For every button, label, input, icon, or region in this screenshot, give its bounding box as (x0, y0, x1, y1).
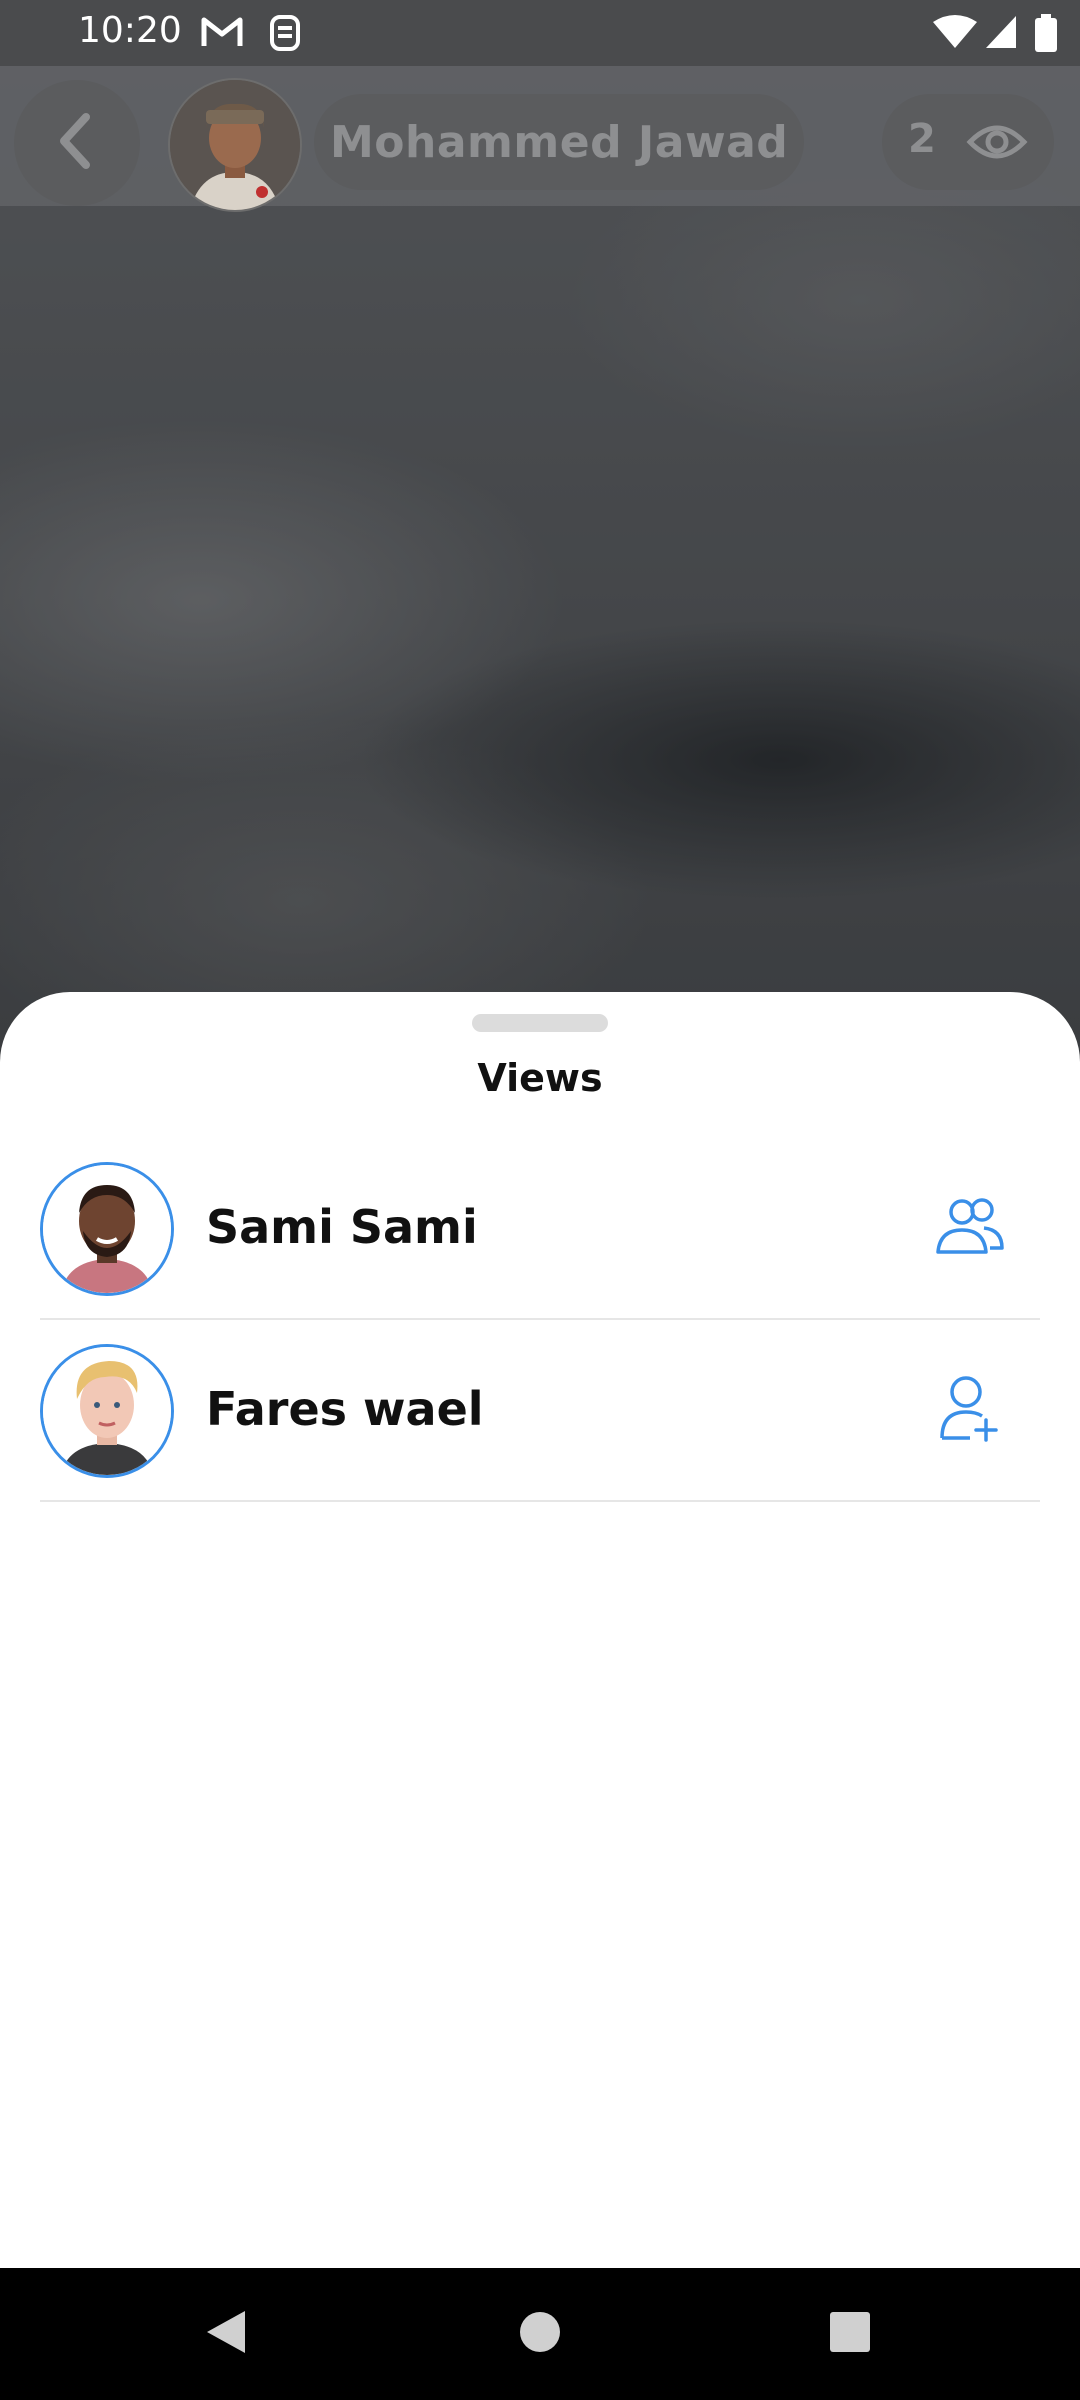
sheet-title: Views (477, 1056, 603, 1100)
nav-recents-icon (828, 2310, 872, 2358)
viewer-row[interactable]: Sami Sami (40, 1140, 1040, 1320)
nav-back-button[interactable] (196, 2304, 256, 2364)
nav-home-button[interactable] (510, 2304, 570, 2364)
poster-name-pill[interactable]: Mohammed Jawad (314, 94, 805, 190)
views-count: 2 (908, 116, 936, 162)
back-button[interactable] (14, 80, 140, 206)
friends-button[interactable] (920, 1178, 1020, 1278)
viewer-name: Fares wael (206, 1382, 484, 1436)
views-bottom-sheet: Views Sami Sami Fares wael (0, 992, 1080, 2268)
eye-icon (966, 118, 1028, 170)
wifi-icon (932, 14, 978, 54)
nav-home-icon (518, 2310, 562, 2358)
avatar[interactable] (40, 1344, 174, 1478)
viewer-name: Sami Sami (206, 1200, 478, 1254)
poster-name: Mohammed Jawad (330, 116, 789, 168)
avatar[interactable] (40, 1162, 174, 1296)
friends-icon (934, 1196, 1006, 1260)
nav-back-icon (203, 2307, 249, 2361)
poster-avatar[interactable] (168, 78, 302, 212)
viewer-row[interactable]: Fares wael (40, 1322, 1040, 1502)
sim-icon (268, 14, 302, 56)
add-friend-icon (938, 1374, 1002, 1446)
sheet-drag-handle[interactable] (472, 1014, 608, 1032)
nav-recents-button[interactable] (820, 2304, 880, 2364)
signal-icon (984, 14, 1018, 54)
gmail-icon (200, 14, 244, 54)
views-count-button[interactable]: 2 (882, 94, 1054, 190)
status-bar: 10:20 (0, 0, 1080, 66)
status-time: 10:20 (78, 10, 182, 51)
battery-icon (1034, 14, 1058, 56)
system-nav-bar (0, 2268, 1080, 2400)
row-divider (40, 1318, 1040, 1320)
add-friend-button[interactable] (920, 1360, 1020, 1460)
back-arrow-icon (52, 111, 102, 175)
row-divider (40, 1500, 1040, 1502)
story-header: Mohammed Jawad 2 (0, 66, 1080, 212)
